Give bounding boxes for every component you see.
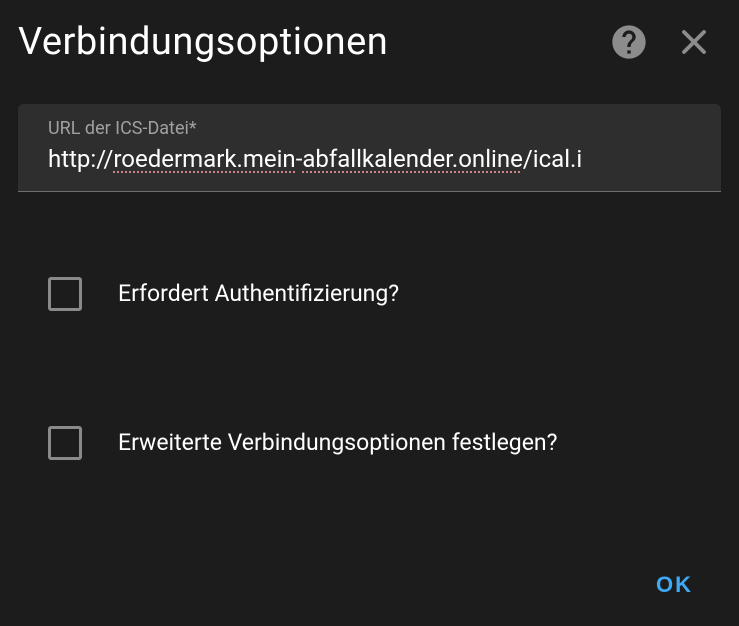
advanced-checkbox-row: Erweiterte Verbindungsoptionen festlegen… xyxy=(0,426,739,460)
advanced-checkbox-label: Erweiterte Verbindungsoptionen festlegen… xyxy=(118,429,557,456)
header-actions xyxy=(609,22,709,62)
auth-checkbox-label: Erfordert Authentifizierung? xyxy=(118,280,399,307)
close-button[interactable] xyxy=(679,27,709,57)
dialog-title: Verbindungsoptionen xyxy=(18,20,609,64)
dialog-actions: OK xyxy=(644,564,705,606)
help-icon xyxy=(609,22,649,62)
help-button[interactable] xyxy=(609,22,649,62)
advanced-checkbox[interactable] xyxy=(48,426,82,460)
auth-checkbox[interactable] xyxy=(48,277,82,311)
url-spell2: abfallkalender.online xyxy=(302,145,523,173)
url-input-value: http://roedermark.mein-abfallkalender.on… xyxy=(48,143,691,177)
url-input-label: URL der ICS-Datei* xyxy=(48,118,691,139)
close-icon xyxy=(679,27,709,57)
url-spell1: roedermark.mein xyxy=(113,145,295,173)
url-prefix: http:// xyxy=(48,145,113,173)
ok-button[interactable]: OK xyxy=(644,564,705,606)
dialog-header: Verbindungsoptionen xyxy=(0,0,739,74)
auth-checkbox-row: Erfordert Authentifizierung? xyxy=(0,277,739,311)
url-suffix: /ical.i xyxy=(523,145,582,173)
url-input[interactable]: URL der ICS-Datei* http://roedermark.mei… xyxy=(18,104,721,192)
